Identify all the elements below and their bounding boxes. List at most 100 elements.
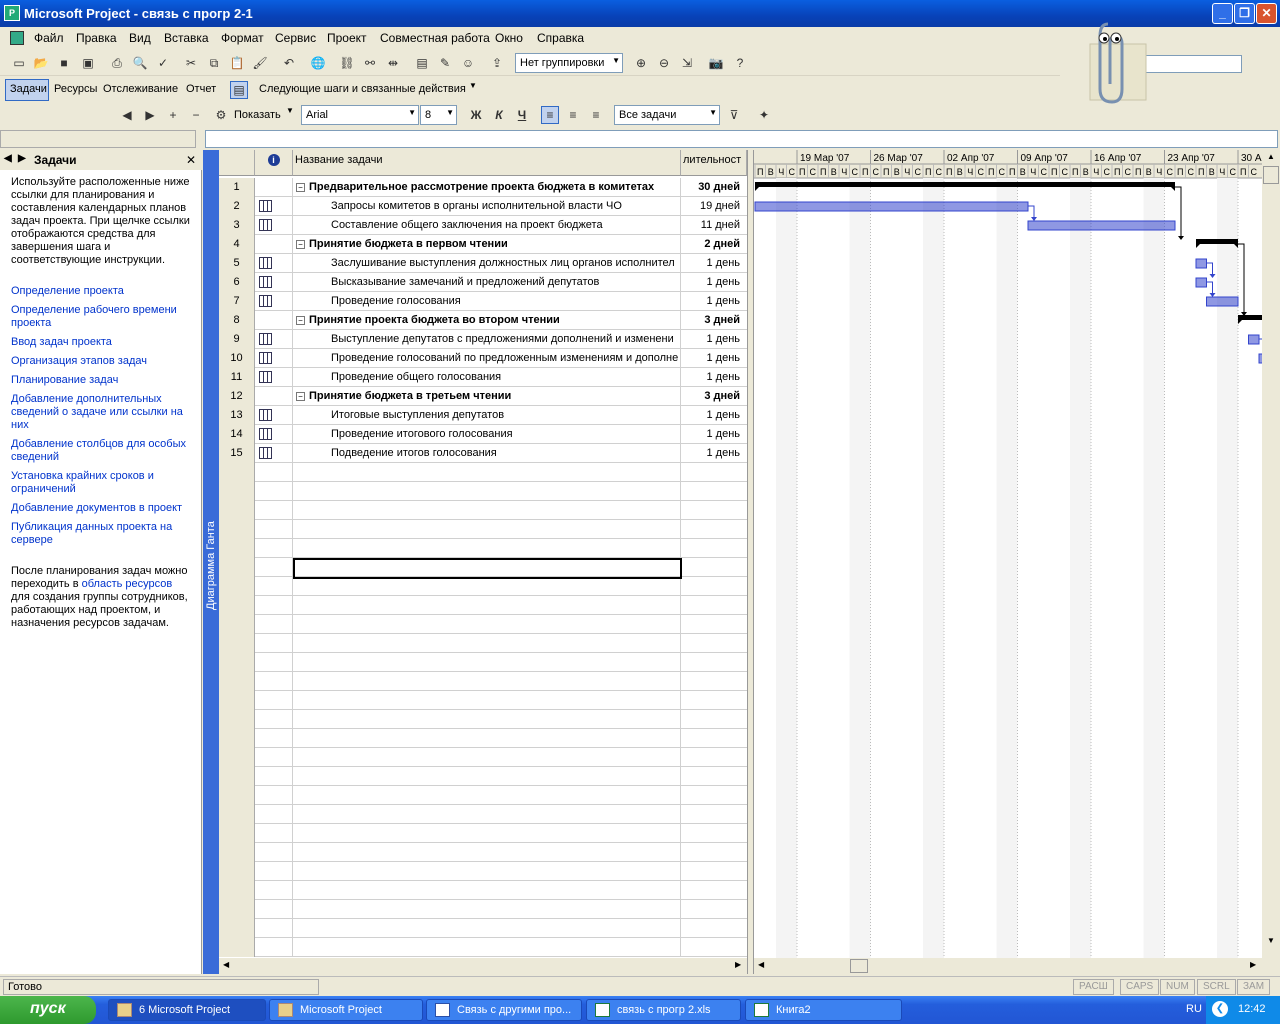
duration-cell[interactable]: 19 дней <box>681 197 745 216</box>
table-row[interactable] <box>219 843 747 862</box>
row-id[interactable] <box>219 577 255 596</box>
task-name-cell[interactable]: Проведение голосований по предложенным и… <box>293 349 681 368</box>
info-column-header[interactable]: i <box>255 150 293 176</box>
menu-help[interactable]: Справка <box>537 31 584 45</box>
hyperlink-icon[interactable]: 🌐 <box>309 54 327 72</box>
duration-cell[interactable] <box>681 577 745 596</box>
table-row[interactable]: 14 Проведение итогового голосования 1 день <box>219 425 747 444</box>
horizontal-scroll-thumb[interactable] <box>850 959 868 973</box>
task-name-cell[interactable] <box>293 767 681 786</box>
show-menu[interactable]: Показать <box>234 109 281 121</box>
duration-cell[interactable] <box>681 748 745 767</box>
help-icon[interactable]: ? <box>731 54 749 72</box>
duration-cell[interactable] <box>681 539 745 558</box>
task-name-cell[interactable] <box>293 634 681 653</box>
row-id[interactable] <box>219 501 255 520</box>
duration-cell[interactable]: 30 дней <box>681 178 745 197</box>
row-id[interactable]: 6 <box>219 273 255 292</box>
duration-cell[interactable] <box>681 843 745 862</box>
row-id[interactable]: 4 <box>219 235 255 254</box>
table-row[interactable] <box>219 482 747 501</box>
row-id[interactable] <box>219 615 255 634</box>
scroll-left-icon[interactable]: ◀ <box>758 960 764 969</box>
duration-cell[interactable] <box>681 900 745 919</box>
gantt-horizontal-scrollbar[interactable]: ◀ ▶ <box>754 958 1280 974</box>
task-bar[interactable] <box>754 201 1029 212</box>
task-name-cell[interactable]: Выступление депутатов с предложениями до… <box>293 330 681 349</box>
summary-bar[interactable] <box>755 182 1175 187</box>
task-name-cell[interactable] <box>293 881 681 900</box>
task-name-cell[interactable] <box>293 862 681 881</box>
print-preview-icon[interactable]: 🔍 <box>131 54 149 72</box>
link-task-info[interactable]: Добавление дополнительных сведений о зад… <box>11 393 191 432</box>
row-id[interactable]: 1 <box>219 178 255 197</box>
row-id[interactable] <box>219 558 255 577</box>
row-id[interactable] <box>219 463 255 482</box>
duration-cell[interactable] <box>681 824 745 843</box>
scroll-down-icon[interactable]: ▼ <box>1267 936 1275 945</box>
task-name-cell[interactable] <box>293 805 681 824</box>
row-id[interactable] <box>219 919 255 938</box>
row-id[interactable] <box>219 900 255 919</box>
table-row[interactable] <box>219 824 747 843</box>
task-name-cell[interactable]: − Принятие бюджета в первом чтении <box>293 235 681 254</box>
duration-cell[interactable] <box>681 653 745 672</box>
summary-bar[interactable] <box>1196 239 1238 244</box>
scroll-right-icon[interactable]: ▶ <box>735 960 741 969</box>
link-resources-area[interactable]: область ресурсов <box>82 578 173 590</box>
row-id[interactable]: 15 <box>219 444 255 463</box>
duration-cell[interactable] <box>681 767 745 786</box>
duration-cell[interactable] <box>681 919 745 938</box>
align-center-icon[interactable]: ≡ <box>564 106 582 124</box>
duration-cell[interactable] <box>681 596 745 615</box>
row-id[interactable]: 2 <box>219 197 255 216</box>
task-name-cell[interactable] <box>293 482 681 501</box>
table-row[interactable]: 7 Проведение голосования 1 день <box>219 292 747 311</box>
collapse-icon[interactable]: − <box>296 183 305 192</box>
duration-cell[interactable]: 11 дней <box>681 216 745 235</box>
view-splitter[interactable] <box>747 150 754 974</box>
table-row[interactable] <box>219 672 747 691</box>
table-row[interactable] <box>219 653 747 672</box>
link-schedule-tasks[interactable]: Планирование задач <box>11 374 191 387</box>
duration-cell[interactable] <box>681 520 745 539</box>
duration-cell[interactable]: 2 дней <box>681 235 745 254</box>
link-define-project[interactable]: Определение проекта <box>11 285 191 298</box>
row-id[interactable]: 14 <box>219 425 255 444</box>
tray-arrow-icon[interactable]: ❮ <box>1212 1001 1228 1017</box>
new-icon[interactable]: ▭ <box>10 54 28 72</box>
permission-icon[interactable]: ▣ <box>79 54 97 72</box>
table-row[interactable] <box>219 691 747 710</box>
row-id[interactable] <box>219 596 255 615</box>
duration-cell[interactable] <box>681 615 745 634</box>
row-id[interactable] <box>219 862 255 881</box>
table-row[interactable]: 15 Подведение итогов голосования 1 день <box>219 444 747 463</box>
table-row[interactable] <box>219 501 747 520</box>
forward-icon[interactable]: ▶ <box>18 153 26 164</box>
taskbar-excel-1[interactable]: связь с прогр 2.xls <box>586 999 741 1021</box>
row-id[interactable]: 3 <box>219 216 255 235</box>
duration-cell[interactable] <box>681 634 745 653</box>
task-name-cell[interactable] <box>293 539 681 558</box>
save-icon[interactable]: ■ <box>55 54 73 72</box>
row-id[interactable] <box>219 767 255 786</box>
link-tasks-icon[interactable]: ⛓ <box>338 54 356 72</box>
duration-cell[interactable] <box>681 482 745 501</box>
menu-view[interactable]: Вид <box>129 31 151 45</box>
table-row[interactable]: 10 Проведение голосований по предложенным… <box>219 349 747 368</box>
task-name-cell[interactable]: Подведение итогов голосования <box>293 444 681 463</box>
row-id[interactable]: 7 <box>219 292 255 311</box>
link-add-columns[interactable]: Добавление столбцов для особых сведений <box>11 438 191 464</box>
taskbar-project-group[interactable]: 6 Microsoft Project <box>108 999 266 1021</box>
row-id[interactable] <box>219 520 255 539</box>
link-publish[interactable]: Публикация данных проекта на сервере <box>11 521 191 547</box>
scroll-left-icon[interactable]: ◀ <box>223 960 229 969</box>
duration-cell[interactable] <box>681 862 745 881</box>
table-row[interactable]: 3 Составление общего заключения на проект… <box>219 216 747 235</box>
row-id[interactable] <box>219 786 255 805</box>
zoom-out-icon[interactable]: ⊖ <box>655 54 673 72</box>
font-select[interactable]: Arial ▼ <box>301 105 419 125</box>
split-task-icon[interactable]: ⇹ <box>384 54 402 72</box>
entry-field[interactable] <box>205 130 1278 148</box>
table-row[interactable]: 9 Выступление депутатов с предложениями д… <box>219 330 747 349</box>
